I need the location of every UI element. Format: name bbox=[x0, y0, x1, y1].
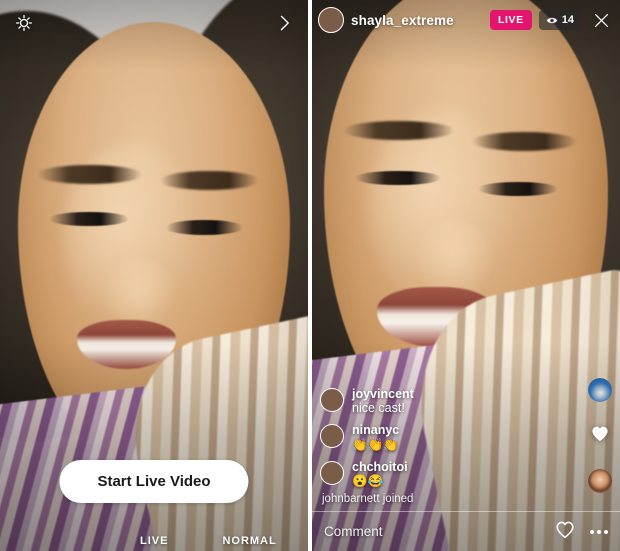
comment-text: 👏👏👏 bbox=[352, 437, 399, 452]
close-icon[interactable] bbox=[590, 9, 612, 31]
comment-text: nice cast! bbox=[352, 401, 405, 416]
live-comments-list: joyvincent nice cast! ninanyc 👏👏👏 chchoi… bbox=[320, 387, 520, 490]
comment-username[interactable]: joyvincent bbox=[352, 387, 414, 402]
comment-body: chchoitoi 😮😂 bbox=[352, 460, 408, 490]
comment-username[interactable]: chchoitoi bbox=[352, 460, 408, 475]
floating-viewer-avatar[interactable] bbox=[588, 469, 612, 493]
comment-bar-actions bbox=[554, 519, 608, 544]
composer-top-bar bbox=[0, 0, 308, 46]
viewer-joined-note: johnbarnett joined bbox=[322, 493, 414, 505]
comment-body: ninanyc 👏👏👏 bbox=[352, 423, 399, 453]
gear-icon[interactable] bbox=[14, 13, 34, 33]
floating-viewer-avatar[interactable] bbox=[588, 378, 612, 402]
viewer-count-value: 14 bbox=[561, 14, 574, 26]
comment-composer-bar bbox=[312, 511, 620, 551]
broadcaster-username[interactable]: shayla_extreme bbox=[351, 13, 483, 28]
capture-mode-tabs: LIVE NORMAL BOOM bbox=[0, 535, 308, 547]
mode-tab-normal[interactable]: NORMAL bbox=[222, 535, 276, 547]
chevron-right-icon[interactable] bbox=[274, 13, 294, 33]
comment-text: 😮😂 bbox=[352, 474, 384, 489]
commenter-avatar[interactable] bbox=[320, 424, 344, 448]
eye-icon bbox=[546, 17, 557, 23]
comment-input[interactable] bbox=[324, 524, 554, 539]
live-status-badge: LIVE bbox=[490, 10, 532, 30]
instagram-live-screens: Start Live Video LIVE NORMAL BOOM bbox=[0, 0, 620, 551]
comment-username[interactable]: ninanyc bbox=[352, 423, 399, 438]
floating-heart-icon bbox=[590, 424, 610, 447]
camera-composer-screen: Start Live Video LIVE NORMAL BOOM bbox=[0, 0, 308, 551]
viewer-count-badge[interactable]: 14 bbox=[538, 10, 581, 30]
start-live-video-button[interactable]: Start Live Video bbox=[59, 460, 249, 503]
commenter-avatar[interactable] bbox=[320, 387, 344, 412]
live-reactions-stack bbox=[588, 378, 612, 493]
comment-item[interactable]: joyvincent nice cast! bbox=[320, 387, 520, 417]
commenter-avatar[interactable] bbox=[320, 460, 344, 485]
comment-item[interactable]: chchoitoi 😮😂 bbox=[320, 460, 520, 490]
comment-body: joyvincent nice cast! bbox=[352, 387, 414, 417]
live-broadcast-screen: shayla_extreme LIVE 14 joyvincent nice c… bbox=[312, 0, 620, 551]
live-header: shayla_extreme LIVE 14 bbox=[312, 0, 620, 40]
heart-icon[interactable] bbox=[554, 519, 576, 544]
mode-tab-live[interactable]: LIVE bbox=[140, 535, 168, 547]
comment-item[interactable]: ninanyc 👏👏👏 bbox=[320, 423, 520, 453]
avatar-image bbox=[588, 378, 612, 402]
mode-tab-live-label: LIVE bbox=[140, 535, 169, 547]
avatar-image bbox=[588, 469, 612, 493]
broadcaster-avatar[interactable] bbox=[318, 7, 344, 33]
more-options-icon[interactable] bbox=[590, 529, 608, 534]
